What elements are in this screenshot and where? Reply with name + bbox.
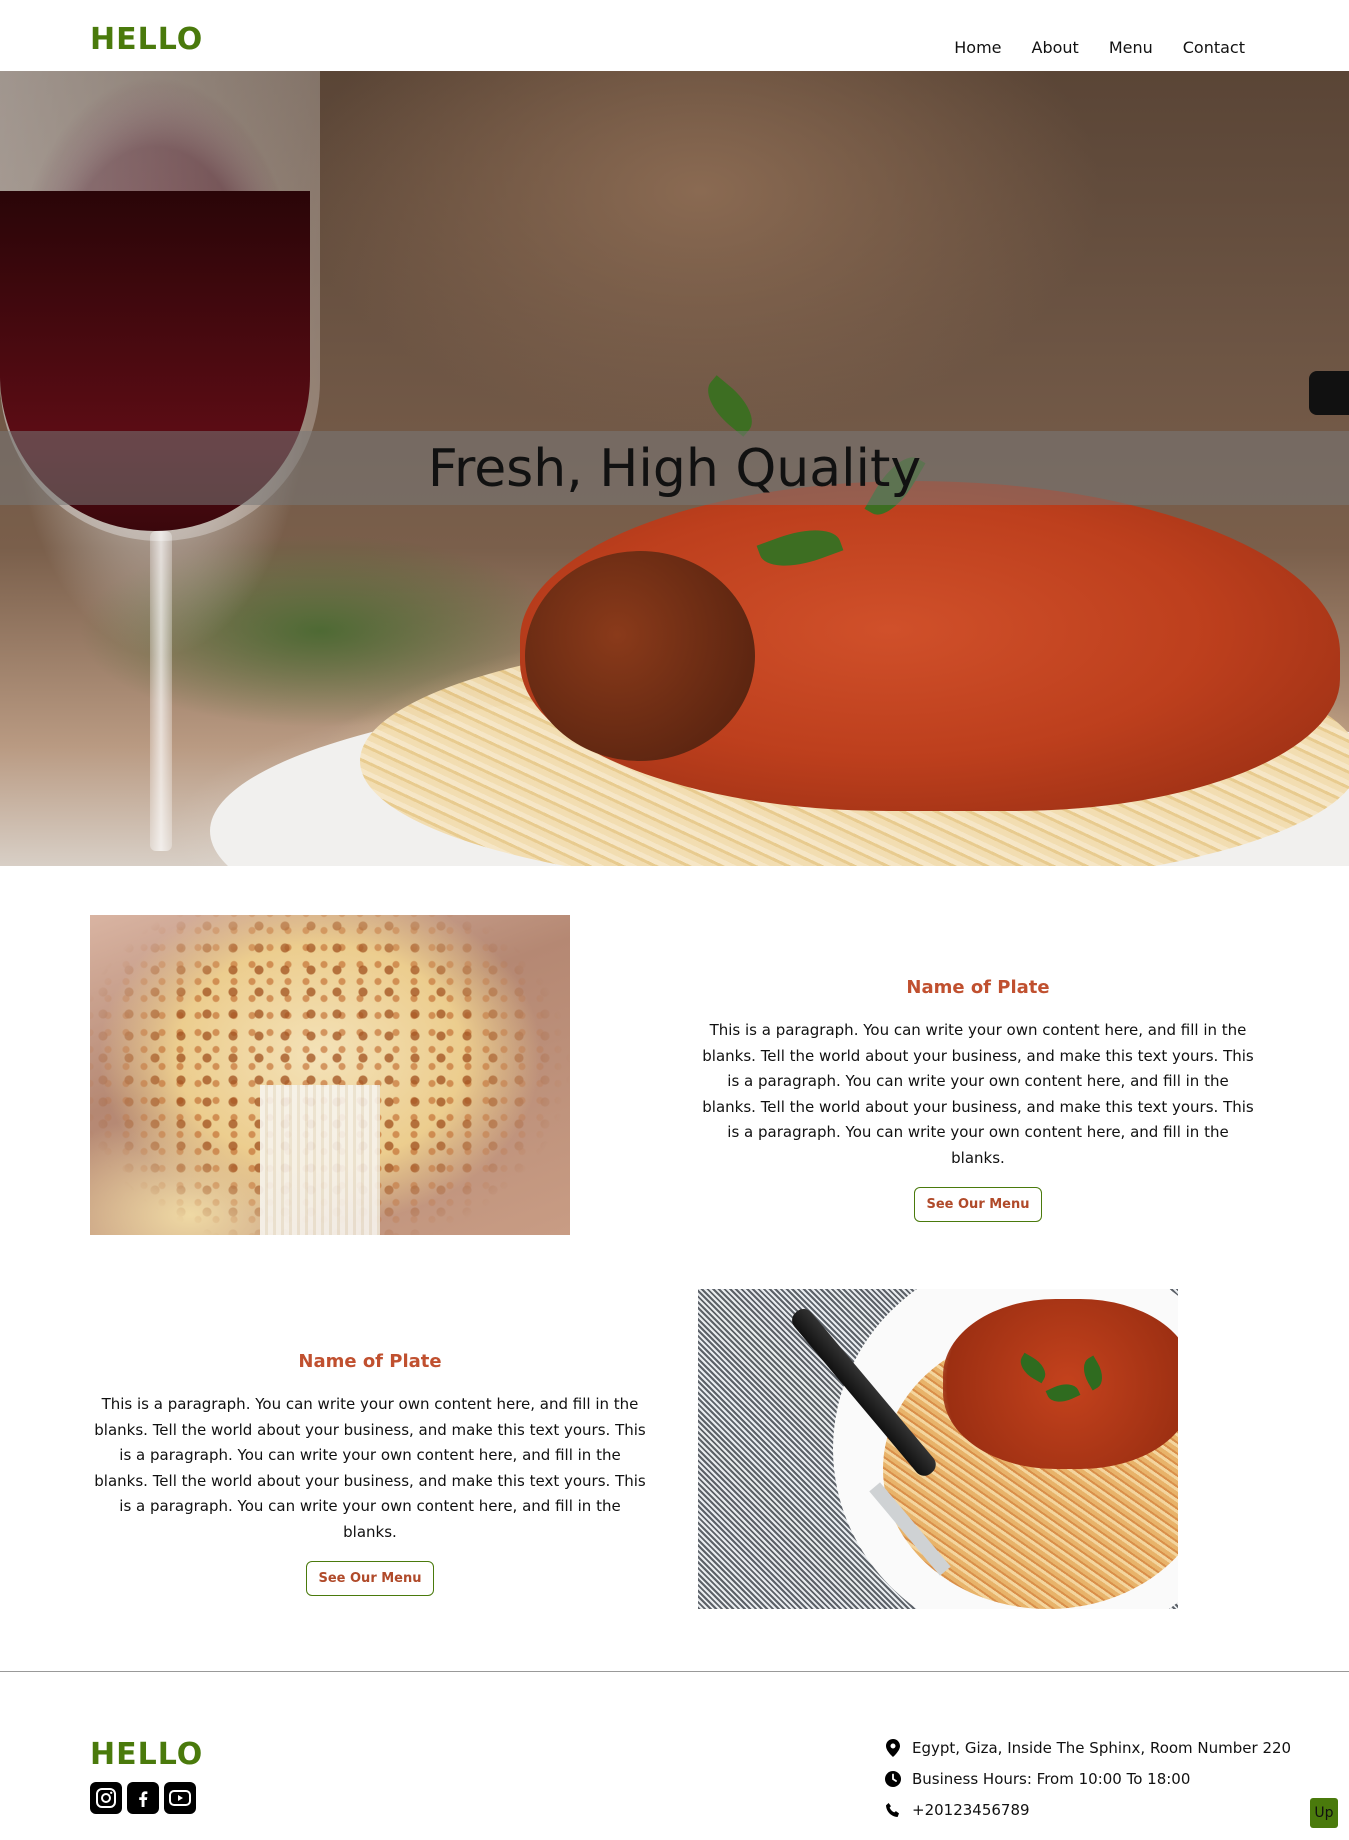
pizza-slice-photo xyxy=(90,915,570,1235)
nav-home[interactable]: Home xyxy=(954,38,1001,57)
parsley-leaf xyxy=(697,375,763,437)
instagram-icon[interactable] xyxy=(90,1782,122,1814)
nav-about[interactable]: About xyxy=(1032,38,1079,57)
see-menu-button[interactable]: See Our Menu xyxy=(914,1187,1042,1222)
site-logo[interactable]: HELLO xyxy=(90,22,203,57)
cheese-strands xyxy=(260,1085,380,1235)
plate-name: Name of Plate xyxy=(906,977,1050,998)
youtube-icon[interactable] xyxy=(164,1782,196,1814)
phone-icon xyxy=(884,1801,902,1819)
main-nav: Home About Menu Contact xyxy=(954,38,1245,57)
social-links xyxy=(90,1782,196,1814)
meatball-image xyxy=(525,551,755,761)
scroll-up-button[interactable]: Up xyxy=(1310,1798,1338,1828)
footer-contact: Egypt, Giza, Inside The Sphinx, Room Num… xyxy=(884,1732,1291,1825)
nav-contact[interactable]: Contact xyxy=(1183,38,1245,57)
see-menu-button[interactable]: See Our Menu xyxy=(306,1561,434,1596)
feature-text: Name of Plate This is a paragraph. You c… xyxy=(90,1351,650,1596)
feature-text: Name of Plate This is a paragraph. You c… xyxy=(698,977,1258,1222)
spaghetti-meatballs-photo xyxy=(698,1289,1178,1609)
site-header: HELLO Home About Menu Contact xyxy=(0,0,1349,71)
location-pin-icon xyxy=(884,1738,902,1757)
address-text: Egypt, Giza, Inside The Sphinx, Room Num… xyxy=(912,1738,1292,1757)
facebook-icon[interactable] xyxy=(127,1782,159,1814)
feature-paragraph: This is a paragraph. You can write your … xyxy=(94,1395,646,1541)
hero-banner: Fresh, High Quality xyxy=(0,71,1349,866)
hero-title: Fresh, High Quality xyxy=(427,439,922,499)
phone-row: +20123456789 xyxy=(884,1794,1291,1825)
feature-section: Name of Plate This is a paragraph. You c… xyxy=(90,1289,1180,1609)
feature-paragraph: This is a paragraph. You can write your … xyxy=(702,1021,1254,1167)
plate-name: Name of Plate xyxy=(298,1351,442,1372)
nav-menu[interactable]: Menu xyxy=(1109,38,1153,57)
footer-divider xyxy=(0,1671,1349,1672)
side-tab[interactable] xyxy=(1309,371,1349,415)
feature-section: Name of Plate This is a paragraph. You c… xyxy=(90,915,1254,1235)
footer-logo[interactable]: HELLO xyxy=(90,1737,203,1772)
address-row: Egypt, Giza, Inside The Sphinx, Room Num… xyxy=(884,1732,1291,1763)
clock-icon xyxy=(884,1770,902,1788)
phone-text[interactable]: +20123456789 xyxy=(912,1801,1030,1819)
hours-text: Business Hours: From 10:00 To 18:00 xyxy=(912,1769,1191,1788)
hours-row: Business Hours: From 10:00 To 18:00 xyxy=(884,1763,1291,1794)
wine-glass-stem xyxy=(150,531,172,851)
